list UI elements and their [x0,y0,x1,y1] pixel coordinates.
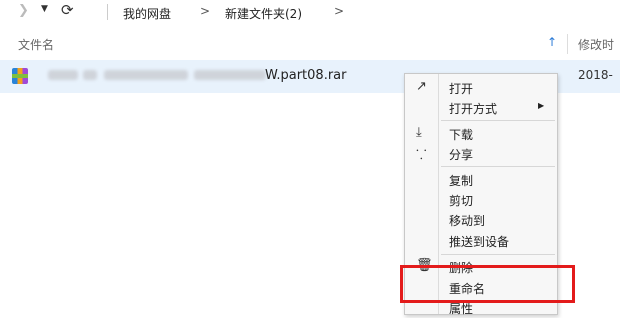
menu-separator [441,166,555,167]
menu-item-label: 分享 [449,148,474,162]
share-icon: ⸪ [416,148,427,163]
menu-item-move-to[interactable]: 移动到 [405,210,557,230]
column-divider[interactable] [567,34,568,54]
toolbar: ❯ ▼ ⟳ 我的网盘 > 新建文件夹(2) > [0,0,620,28]
forward-icon[interactable]: ❯ [18,3,29,18]
toolbar-divider [107,4,108,20]
menu-item-copy[interactable]: 复制 [405,170,557,190]
menu-item-push-to-device[interactable]: 推送到设备 [405,231,557,251]
menu-item-label: 下载 [449,128,474,142]
column-header-name[interactable]: 文件名 [18,36,54,53]
column-header-modified[interactable]: 修改时 [578,36,614,53]
menu-item-label: 剪切 [449,194,474,208]
download-icon: ⤓ [416,125,422,140]
menu-separator [441,254,555,255]
history-dropdown-icon[interactable]: ▼ [41,4,48,14]
menu-item-label: 复制 [449,174,474,188]
blurred-filename [48,70,78,80]
menu-item-label: 打开 [449,82,474,96]
submenu-arrow-icon: ▶ [538,101,545,110]
open-arrow-icon: ↗ [416,79,427,94]
breadcrumb-root[interactable]: 我的网盘 [123,5,171,22]
blurred-filename [83,70,97,80]
menu-separator [441,120,555,121]
menu-item-share[interactable]: ⸪ 分享 [405,144,557,164]
sort-ascending-icon[interactable]: ↑ [547,35,557,49]
menu-item-download[interactable]: ⤓ 下载 [405,124,557,144]
refresh-icon[interactable]: ⟳ [61,1,74,19]
rar-archive-icon [12,68,28,84]
breadcrumb-folder[interactable]: 新建文件夹(2) [225,5,302,22]
file-modified-date: 2018- [578,68,613,82]
menu-item-open[interactable]: ↗ 打开 [405,78,557,98]
menu-item-label: 移动到 [449,214,486,228]
blurred-filename [194,70,266,80]
menu-item-label: 打开方式 [449,102,498,116]
blurred-filename [104,70,188,80]
menu-item-label: 推送到设备 [449,235,510,249]
menu-item-cut[interactable]: 剪切 [405,190,557,210]
breadcrumb-separator: > [200,4,211,18]
column-headers: 文件名 ↑ 修改时 [0,31,620,57]
breadcrumb-separator: > [334,4,345,18]
menu-item-open-with[interactable]: 打开方式 ▶ [405,98,557,118]
rename-highlight-box [400,265,575,303]
file-name[interactable]: W.part08.rar [265,68,347,83]
